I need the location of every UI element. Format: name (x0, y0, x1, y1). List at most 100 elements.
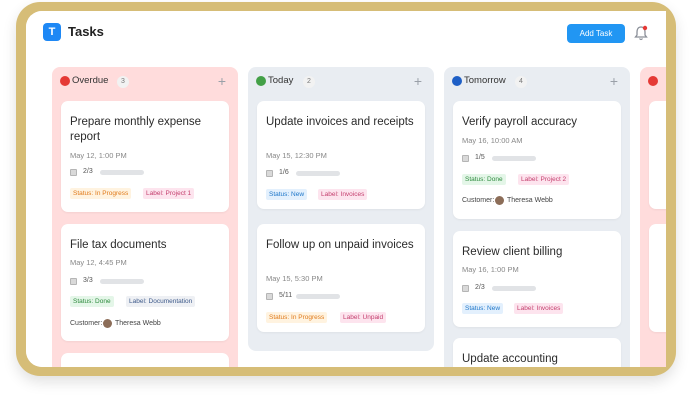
card-title: Prepare monthly expense report (70, 116, 202, 143)
overdue-dot-icon (60, 76, 70, 86)
avatar (495, 196, 504, 205)
column-overdue: Overdue 3 + Prepare monthly expense repo… (52, 67, 238, 367)
avatar (103, 319, 112, 328)
column-header: Overdue 3 + (60, 73, 230, 89)
card-title: Review client billing (462, 246, 563, 258)
card-badges: Status: In Progress Label: Project 1 (70, 188, 230, 199)
today-dot-icon (256, 76, 266, 86)
card-date: May 16, 1:00 PM (462, 265, 519, 274)
subtask-count: 2/3 (475, 284, 485, 291)
subtask-progress: 2/3 (462, 284, 612, 294)
card-title: Update invoices and receipts (266, 116, 414, 128)
subtask-count: 2/3 (83, 168, 93, 175)
task-card[interactable]: Prepare monthly expense report May 12, 1… (61, 101, 229, 212)
overdue-dot-icon (648, 76, 658, 86)
add-task-button[interactable]: Add Task (567, 24, 625, 43)
column-count: 4 (515, 76, 527, 88)
card-badges: Status: New Label: Invoices (462, 303, 622, 314)
subtask-progress: 5/11 (266, 292, 416, 302)
task-card[interactable]: Follow up on unpaid invoices May 15, 5:3… (257, 224, 425, 332)
progress-bar (492, 286, 536, 291)
checkbox-icon (266, 170, 273, 177)
subtask-progress: 1/6 (266, 169, 416, 179)
checkbox-icon (70, 169, 77, 176)
task-card[interactable] (649, 224, 666, 332)
progress-bar (296, 294, 340, 299)
column-overflow (640, 67, 666, 367)
status-badge: Status: In Progress (70, 188, 132, 199)
task-card[interactable]: Verify payroll accuracy May 16, 10:00 AM… (453, 101, 621, 219)
column-header (648, 75, 666, 89)
column-today: Today 2 + Update invoices and receipts M… (248, 67, 434, 351)
card-title: Verify payroll accuracy (462, 116, 578, 128)
column-count: 3 (117, 76, 129, 88)
card-date: May 12, 4:45 PM (70, 258, 127, 267)
customer-name: Theresa Webb (115, 320, 161, 327)
status-badge: Status: In Progress (266, 312, 328, 323)
column-header: Tomorrow 4 + (452, 73, 622, 89)
task-card[interactable]: File tax documents May 12, 4:45 PM 3/3 S… (61, 224, 229, 341)
card-badges: Status: New Label: Invoices (266, 189, 426, 200)
label-badge: Label: Documentation (126, 296, 196, 307)
kanban-board: Overdue 3 + Prepare monthly expense repo… (26, 53, 666, 367)
column-tomorrow: Tomorrow 4 + Verify payroll accuracy May… (444, 67, 630, 367)
label-badge: Label: Unpaid (340, 312, 387, 323)
card-title: File tax documents (70, 239, 167, 251)
card-date: May 12, 1:00 PM (70, 151, 127, 160)
card-badges: Status: Done Label: Project 2 (462, 174, 622, 185)
column-header: Today 2 + (256, 73, 426, 89)
column-count: 2 (303, 76, 315, 88)
status-badge: Status: New (266, 189, 308, 200)
progress-bar (100, 170, 144, 175)
customer-name: Theresa Webb (507, 197, 553, 204)
customer-label: Customer: (462, 197, 495, 204)
label-badge: Label: Project 1 (143, 188, 195, 199)
card-title: Follow up on unpaid invoices (266, 239, 414, 251)
top-bar: T Tasks Add Task (26, 11, 666, 53)
subtask-count: 5/11 (279, 292, 293, 299)
subtask-progress: 2/3 (70, 168, 220, 178)
column-title: Overdue (72, 75, 109, 86)
bell-icon[interactable] (634, 25, 648, 41)
checkbox-icon (266, 293, 273, 300)
card-date: May 15, 5:30 PM (266, 274, 323, 283)
add-card-icon[interactable]: + (610, 73, 618, 89)
add-card-icon[interactable]: + (218, 73, 226, 89)
app-logo: T (43, 23, 61, 41)
task-card[interactable]: Review client billing May 16, 1:00 PM 2/… (453, 231, 621, 327)
subtask-count: 1/6 (279, 169, 289, 176)
subtask-count: 1/5 (475, 154, 485, 161)
subtask-count: 3/3 (83, 277, 93, 284)
card-badges: Status: Done Label: Documentation (70, 296, 230, 307)
add-card-icon[interactable]: + (414, 73, 422, 89)
card-date: May 16, 10:00 AM (462, 136, 523, 145)
card-date: May 15, 12:30 PM (266, 151, 327, 160)
subtask-progress: 1/5 (462, 154, 612, 164)
label-badge: Label: Project 2 (518, 174, 570, 185)
progress-bar (296, 171, 340, 176)
customer-row: Customer: Theresa Webb (70, 319, 230, 330)
progress-bar (492, 156, 536, 161)
label-badge: Label: Invoices (318, 189, 368, 200)
subtask-progress: 3/3 (70, 277, 220, 287)
card-badges: Status: In Progress Label: Unpaid (266, 312, 426, 323)
customer-label: Customer: (70, 320, 103, 327)
column-title: Today (268, 75, 294, 86)
customer-row: Customer: Theresa Webb (462, 196, 622, 207)
page-title: Tasks (68, 24, 104, 39)
progress-bar (100, 279, 144, 284)
checkbox-icon (70, 278, 77, 285)
column-title: Tomorrow (464, 75, 506, 86)
task-card[interactable]: Update accounting (453, 338, 621, 367)
app-window: T Tasks Add Task Overdue 3 + Prepare mon… (26, 11, 666, 367)
checkbox-icon (462, 285, 469, 292)
task-card[interactable] (649, 101, 666, 209)
status-badge: Status: New (462, 303, 504, 314)
label-badge: Label: Invoices (514, 303, 564, 314)
task-card[interactable]: Update invoices and receipts May 15, 12:… (257, 101, 425, 209)
tomorrow-dot-icon (452, 76, 462, 86)
task-card[interactable] (61, 353, 229, 367)
checkbox-icon (462, 155, 469, 162)
status-badge: Status: Done (462, 174, 506, 185)
status-badge: Status: Done (70, 296, 114, 307)
